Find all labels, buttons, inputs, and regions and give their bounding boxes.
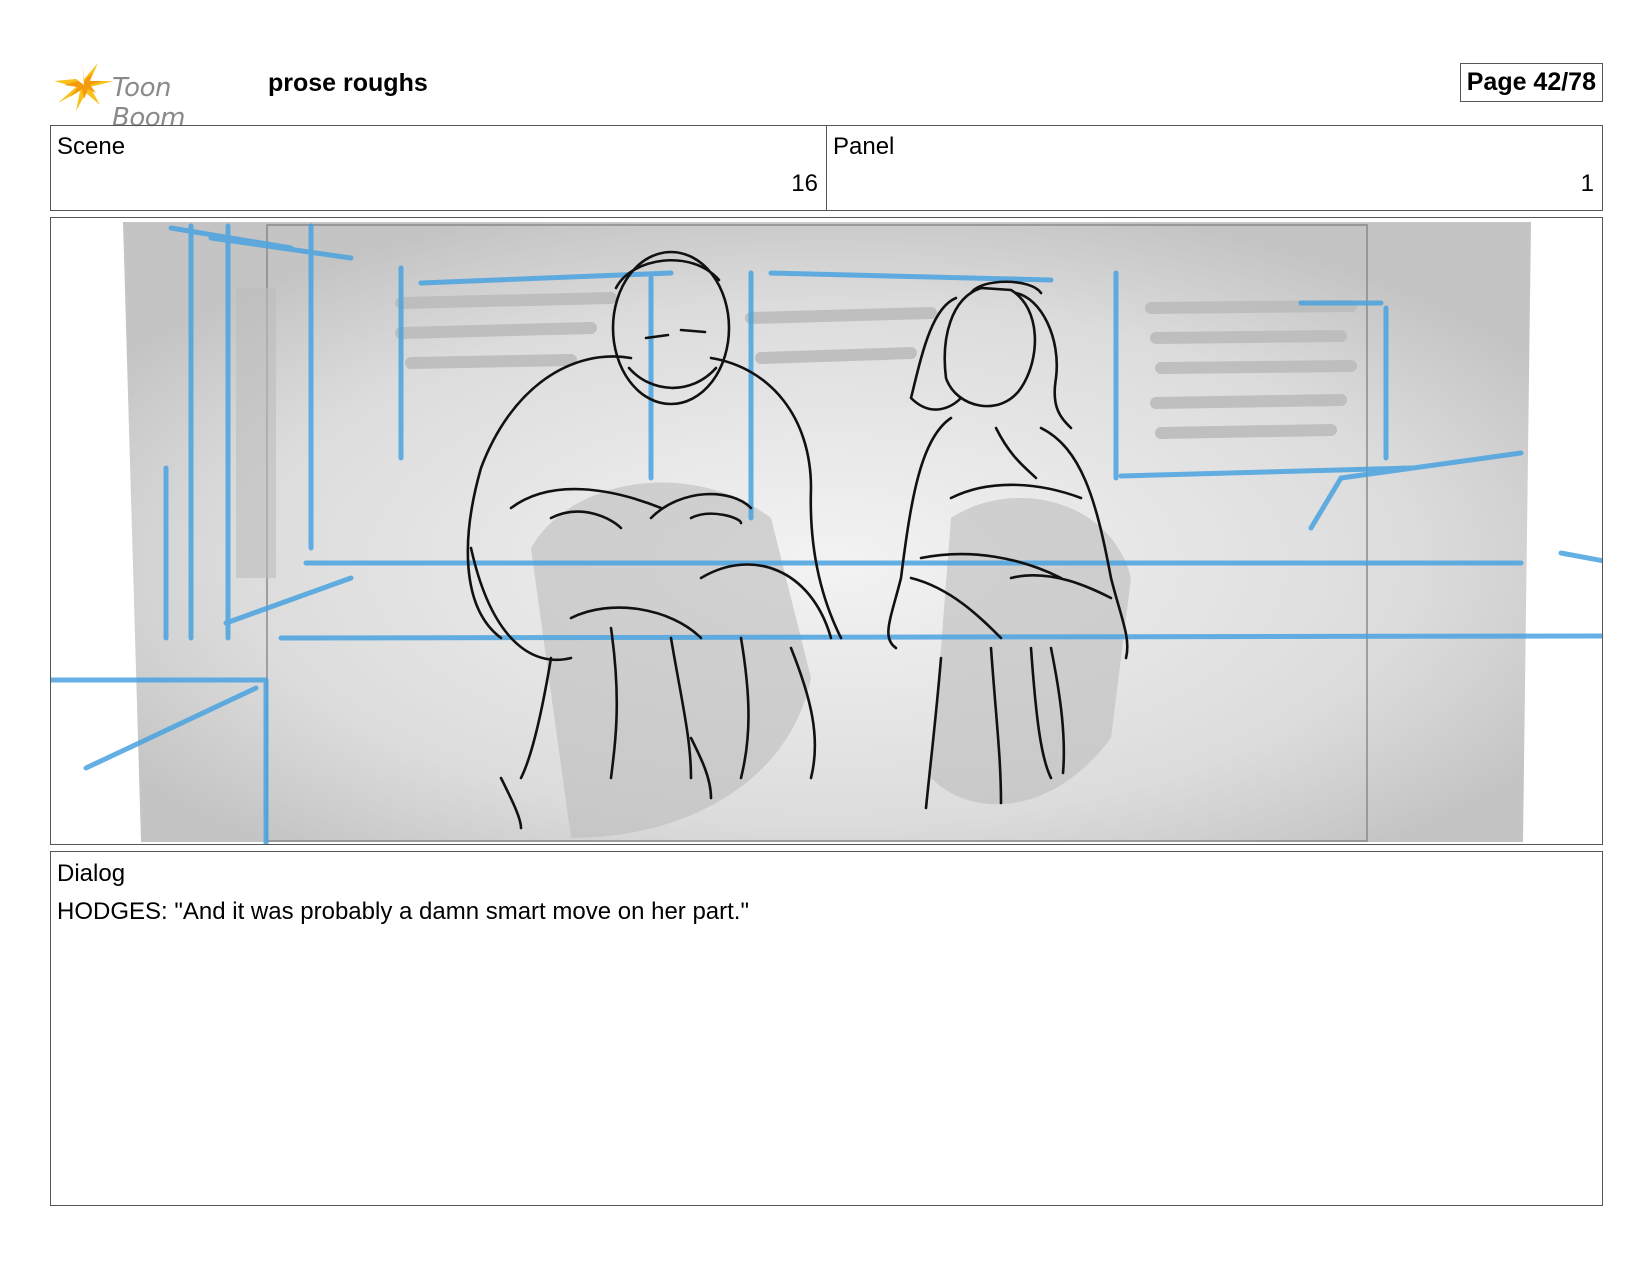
scene-label: Scene [57,133,126,160]
scene-field: Scene 16 [50,125,827,211]
logo-text: Toon Boom [112,73,185,133]
storyboard-sketch [51,222,1602,844]
starburst-icon [54,59,114,111]
panel-value: 1 [1580,170,1594,197]
dialog-field: Dialog HODGES: "And it was probably a da… [50,851,1603,1206]
dialog-label: Dialog [57,860,126,887]
toon-boom-logo: Toon Boom [54,59,250,133]
scene-value: 16 [791,170,818,197]
document-title: prose roughs [268,69,428,97]
storyboard-panel-image [50,217,1603,845]
panel-label: Panel [833,133,895,160]
dialog-text: HODGES: "And it was probably a damn smar… [57,898,749,925]
page-header: Toon Boom prose roughs Page 42/78 [50,55,1603,133]
panel-field: Panel 1 [826,125,1603,211]
page-number-badge: Page 42/78 [1459,63,1603,102]
